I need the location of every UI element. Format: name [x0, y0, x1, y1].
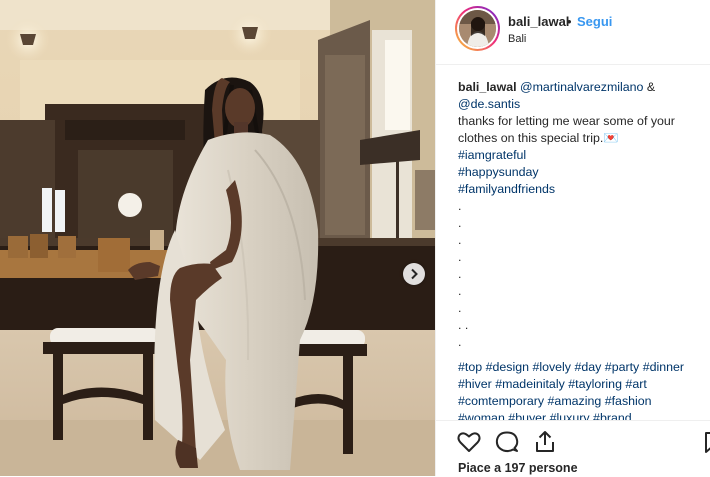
hashtag-link[interactable]: #top [458, 360, 482, 374]
likes-count[interactable]: Piace a 197 persone [458, 461, 578, 475]
next-photo-button[interactable] [403, 263, 425, 285]
heart-icon[interactable] [456, 429, 482, 455]
caption-dot: . [458, 199, 462, 213]
story-ring[interactable] [455, 6, 500, 51]
avatar[interactable] [459, 10, 496, 47]
hashtag-link[interactable]: #lovely [532, 360, 571, 374]
caption-dot: . [458, 267, 462, 281]
caption-text: thanks for letting me wear some of your [458, 114, 675, 128]
hashtag-link[interactable]: #art [625, 377, 646, 391]
hashtag-link[interactable]: #familyandfriends [458, 182, 555, 196]
post-header: bali_lawal • Segui Bali [436, 0, 710, 65]
hashtag-link[interactable]: #comtemporary [458, 394, 544, 408]
caption-dot: . . [458, 318, 469, 332]
post-caption: bali_lawal @martinalvarezmilano & @de.sa… [458, 79, 703, 427]
caption-amp: & [643, 80, 656, 94]
caption-dot: . [458, 233, 462, 247]
header-username[interactable]: bali_lawal [508, 14, 569, 29]
share-icon[interactable] [532, 429, 558, 455]
hashtag-link[interactable]: #amazing [548, 394, 602, 408]
post-photo[interactable] [0, 0, 435, 476]
mention-link[interactable]: @martinalvarezmilano [520, 80, 643, 94]
bookmark-icon[interactable] [704, 429, 710, 455]
caption-dot: . [458, 216, 462, 230]
caption-dot: . [458, 301, 462, 315]
header-separator: • [567, 14, 572, 29]
follow-button[interactable]: Segui [577, 14, 612, 29]
post-actions-bar: Piace a 197 persone [436, 420, 710, 477]
hashtag-link[interactable]: #day [574, 360, 601, 374]
caption-dot: . [458, 335, 462, 349]
hashtag-link[interactable]: #happysunday [458, 165, 539, 179]
caption-dot: . [458, 284, 462, 298]
hashtag-link[interactable]: #fashion [605, 394, 652, 408]
hashtag-link[interactable]: #dinner [643, 360, 684, 374]
post-side-panel: bali_lawal • Segui Bali bali_lawal @mart… [435, 0, 710, 477]
hashtag-link[interactable]: #party [605, 360, 639, 374]
hashtag-link[interactable]: #hiver [458, 377, 492, 391]
hashtag-link[interactable]: #madeinitaly [495, 377, 565, 391]
hashtag-link[interactable]: #tayloring [568, 377, 622, 391]
chevron-right-icon [411, 268, 418, 280]
hashtag-link[interactable]: #iamgrateful [458, 148, 526, 162]
mention-link[interactable]: @de.santis [458, 97, 520, 111]
caption-dot: . [458, 250, 462, 264]
comment-icon[interactable] [494, 429, 520, 455]
caption-username[interactable]: bali_lawal [458, 80, 517, 94]
avatar-image [459, 10, 496, 47]
post-photo-image [0, 0, 435, 476]
caption-text: clothes on this special trip. [458, 131, 604, 145]
hashtag-link[interactable]: #design [486, 360, 529, 374]
location-link[interactable]: Bali [508, 33, 526, 45]
love-letter-emoji: 💌 [603, 131, 619, 145]
